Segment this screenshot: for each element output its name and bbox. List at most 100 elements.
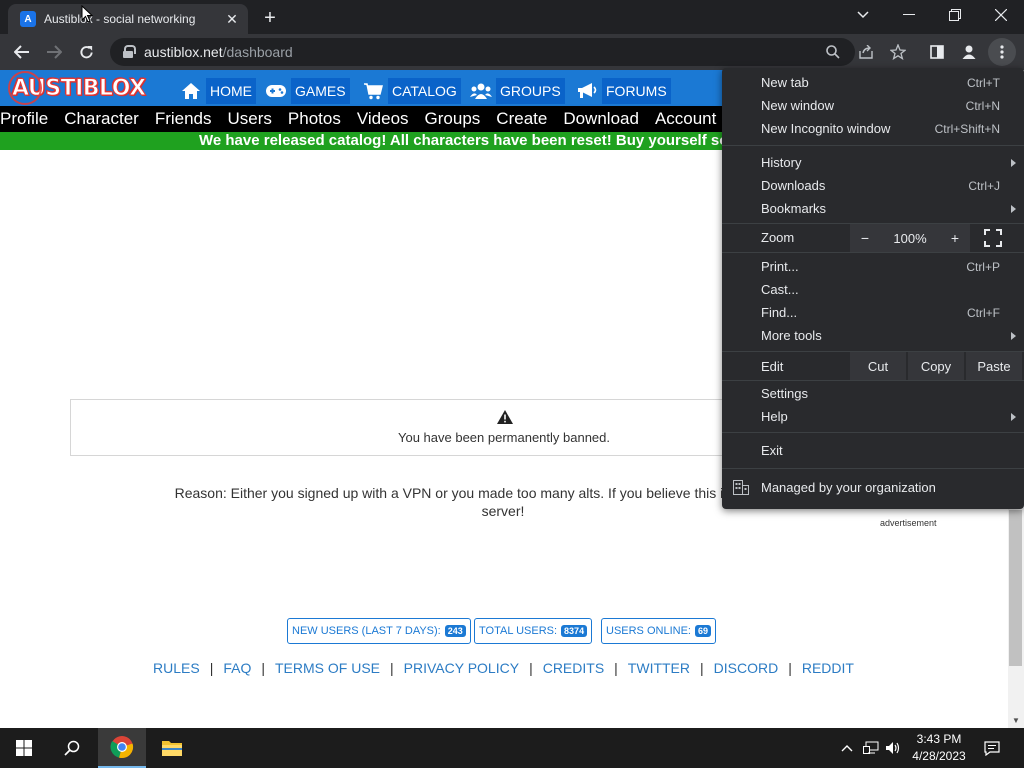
tab-search-icon[interactable]	[840, 0, 886, 30]
new-tab-button[interactable]: +	[258, 6, 282, 30]
bookmark-star-icon[interactable]	[884, 38, 912, 66]
footer-discord-link[interactable]: DISCORD	[714, 660, 779, 676]
footer-twitter-link[interactable]: TWITTER	[628, 660, 690, 676]
subnav-users[interactable]: Users	[228, 109, 272, 129]
menu-help[interactable]: Help	[722, 405, 1024, 428]
cut-button[interactable]: Cut	[850, 352, 906, 380]
network-icon[interactable]	[862, 739, 880, 757]
chrome-app-menu: New tab Ctrl+T New window Ctrl+N New Inc…	[722, 68, 1024, 509]
gamepad-icon	[265, 80, 287, 102]
site-favicon-icon: A	[20, 11, 36, 27]
minimize-button[interactable]	[886, 0, 932, 30]
menu-divider	[722, 252, 1024, 253]
site-logo[interactable]: AUSTIBLOX	[8, 71, 157, 105]
subnav-videos[interactable]: Videos	[357, 109, 409, 129]
forward-button[interactable]	[40, 38, 68, 66]
footer-separator: |	[614, 660, 618, 676]
footer-separator: |	[209, 660, 214, 676]
menu-bookmarks[interactable]: Bookmarks	[722, 197, 1024, 220]
start-button[interactable]	[0, 728, 48, 768]
close-window-button[interactable]	[978, 0, 1024, 30]
menu-edit-label: Edit	[761, 359, 784, 374]
footer-separator: |	[390, 660, 394, 676]
subnav-character[interactable]: Character	[64, 109, 139, 129]
chrome-icon	[110, 736, 134, 759]
taskbar-clock[interactable]: 3:43 PM 4/28/2023	[906, 731, 972, 765]
scroll-down-arrow-icon[interactable]: ▼	[1008, 712, 1024, 728]
taskbar-explorer-button[interactable]	[148, 728, 196, 768]
taskbar-search-button[interactable]	[48, 728, 96, 768]
browser-tab[interactable]: A Austiblox - social networking ✕	[8, 4, 248, 34]
reason-label: Reason	[174, 485, 223, 501]
menu-settings[interactable]: Settings	[722, 382, 1024, 405]
submenu-arrow-icon	[1011, 158, 1016, 167]
menu-print[interactable]: Print... Ctrl+P	[722, 255, 1024, 278]
subnav-photos[interactable]: Photos	[288, 109, 341, 129]
nav-forums[interactable]: FORUMS	[576, 78, 671, 104]
subnav-download[interactable]: Download	[563, 109, 639, 129]
reload-button[interactable]	[72, 38, 100, 66]
notifications-icon[interactable]	[983, 739, 1001, 757]
menu-new-tab[interactable]: New tab Ctrl+T	[722, 71, 1024, 94]
advertisement-label: advertisement	[880, 518, 937, 528]
menu-find[interactable]: Find... Ctrl+F	[722, 301, 1024, 324]
footer-separator: |	[529, 660, 533, 676]
menu-exit[interactable]: Exit	[722, 439, 1024, 462]
search-icon	[64, 740, 80, 756]
nav-home-label: HOME	[206, 78, 256, 104]
fullscreen-icon[interactable]	[984, 229, 1002, 247]
menu-more-tools[interactable]: More tools	[722, 324, 1024, 347]
search-icon[interactable]	[825, 44, 841, 60]
windows-taskbar: 3:43 PM 4/28/2023	[0, 728, 1024, 768]
stat-users-online-value: 69	[694, 625, 711, 637]
side-panel-icon[interactable]	[923, 38, 951, 66]
menu-managed[interactable]: Managed by your organization	[722, 476, 1024, 499]
zoom-in-button[interactable]: +	[940, 230, 970, 246]
footer-terms-link[interactable]: TERMS OF USE	[275, 660, 380, 676]
menu-history[interactable]: History	[722, 151, 1024, 174]
chrome-menu-button[interactable]	[988, 38, 1016, 66]
scrollbar-thumb[interactable]	[1009, 510, 1022, 666]
zoom-out-button[interactable]: −	[850, 230, 880, 246]
footer-links: RULES | FAQ | TERMS OF USE | PRIVACY POLICY | CR…	[0, 660, 1007, 676]
nav-groups[interactable]: GROUPS	[470, 78, 565, 104]
subnav-profile[interactable]: Profile	[0, 109, 48, 129]
copy-button[interactable]: Copy	[908, 352, 964, 380]
stat-new-users-label: NEW USERS (LAST 7 DAYS):	[292, 625, 441, 637]
share-icon[interactable]	[852, 38, 880, 66]
address-bar[interactable]: austiblox.net /dashboard	[110, 38, 855, 66]
subnav-groups[interactable]: Groups	[425, 109, 481, 129]
stat-new-users: NEW USERS (LAST 7 DAYS): 243	[287, 618, 471, 644]
lock-icon[interactable]	[122, 45, 136, 59]
subnav-create[interactable]: Create	[496, 109, 547, 129]
footer-reddit-link[interactable]: REDDIT	[802, 660, 854, 676]
taskbar-chrome-button[interactable]	[98, 728, 146, 768]
volume-icon[interactable]	[884, 739, 902, 757]
nav-games[interactable]: GAMES	[265, 78, 350, 104]
close-tab-icon[interactable]: ✕	[224, 11, 240, 27]
restore-button[interactable]	[932, 0, 978, 30]
clock-date: 4/28/2023	[912, 749, 966, 763]
menu-cast[interactable]: Cast...	[722, 278, 1024, 301]
stat-new-users-value: 243	[444, 625, 466, 637]
stat-total-users-label: TOTAL USERS:	[479, 625, 558, 637]
menu-new-incognito[interactable]: New Incognito window Ctrl+Shift+N	[722, 117, 1024, 140]
footer-faq-link[interactable]: FAQ	[223, 660, 251, 676]
back-button[interactable]	[8, 38, 36, 66]
profile-avatar-icon[interactable]	[955, 38, 983, 66]
footer-credits-link[interactable]: CREDITS	[543, 660, 604, 676]
nav-catalog[interactable]: CATALOG	[362, 78, 461, 104]
paste-button[interactable]: Paste	[966, 352, 1022, 380]
footer-privacy-link[interactable]: PRIVACY POLICY	[404, 660, 519, 676]
submenu-arrow-icon	[1011, 204, 1016, 213]
footer-rules-link[interactable]: RULES	[153, 660, 200, 676]
menu-new-tab-shortcut: Ctrl+T	[967, 75, 1000, 90]
menu-new-window[interactable]: New window Ctrl+N	[722, 94, 1024, 117]
subnav-friends[interactable]: Friends	[155, 109, 212, 129]
subnav-account[interactable]: Account	[655, 109, 716, 129]
zoom-control: − 100% +	[850, 224, 970, 252]
tray-overflow-chevron-icon[interactable]	[838, 739, 856, 757]
menu-help-label: Help	[761, 409, 788, 424]
nav-home[interactable]: HOME	[180, 78, 256, 104]
menu-downloads[interactable]: Downloads Ctrl+J	[722, 174, 1024, 197]
